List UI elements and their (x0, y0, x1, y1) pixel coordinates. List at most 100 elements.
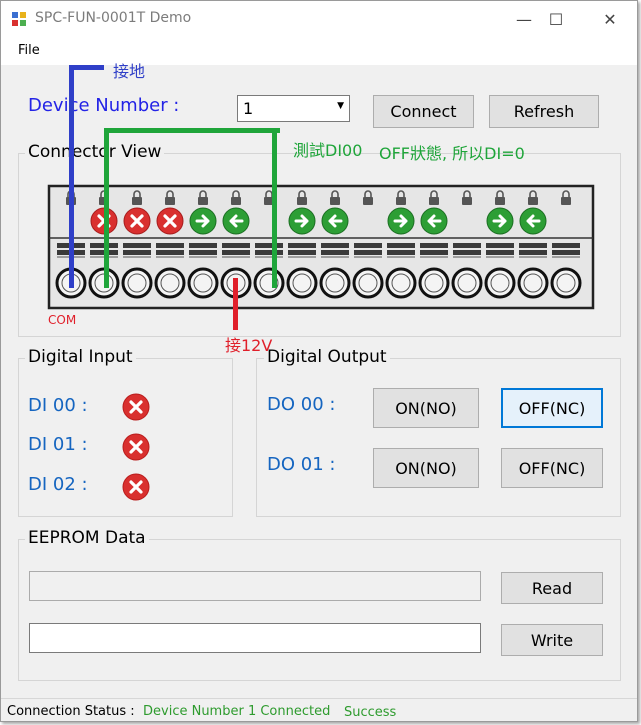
minimize-icon: — (516, 9, 532, 29)
do-01-label: DO 01 : (267, 454, 336, 475)
terminal-lock-icon (165, 197, 175, 205)
eeprom-write-field[interactable] (29, 623, 481, 653)
window-title: SPC-FUN-0001T Demo (35, 10, 192, 26)
terminal-lock-icon (429, 197, 439, 205)
connector-view-title: Connector View (25, 142, 165, 162)
maximize-button[interactable]: ☐ (533, 1, 579, 37)
do-01-off-label: OFF(NC) (518, 458, 586, 478)
maximize-icon: ☐ (548, 9, 564, 29)
do-01-off-button[interactable]: OFF(NC) (501, 448, 603, 488)
terminal-slot (222, 250, 250, 255)
do-00-off-button[interactable]: OFF(NC) (501, 388, 603, 428)
terminal-lock-icon (495, 197, 505, 205)
terminal-lock-icon (330, 197, 340, 205)
terminal-lock-icon (528, 197, 538, 205)
close-icon: ✕ (603, 9, 617, 29)
connect-label: Connect (390, 102, 457, 121)
do-01-on-button[interactable]: ON(NO) (373, 448, 479, 488)
terminal-screw (550, 267, 582, 299)
di-02-label: DI 02 : (28, 474, 88, 495)
terminal-slot (321, 243, 349, 248)
annotation-com: COM (48, 313, 77, 327)
connection-status-message: Device Number 1 Connected (143, 704, 331, 719)
digital-output-group (256, 358, 621, 517)
do-01-on-label: ON(NO) (395, 458, 457, 478)
annotation-off-state: OFF狀態, 所以DI=0 (379, 144, 525, 163)
test-wire-right (272, 128, 277, 288)
terminal-lock-icon (297, 197, 307, 205)
terminal-slot (387, 250, 415, 255)
terminal-screw (319, 267, 351, 299)
terminal-screw (286, 267, 318, 299)
eeprom-read-field[interactable] (29, 571, 481, 601)
terminal-slot (156, 243, 184, 248)
terminal-slot (288, 243, 316, 248)
terminal-screw (121, 267, 153, 299)
terminal-slot (222, 243, 250, 248)
terminal-lock-icon (561, 197, 571, 205)
terminal-slot (255, 250, 283, 255)
di-01-off-icon (122, 433, 150, 461)
terminal-lock-icon (132, 197, 142, 205)
terminal-slot (321, 250, 349, 255)
annotation-12v: 接12V (225, 336, 273, 355)
terminal-slot (255, 243, 283, 248)
device-number-value: 1 (243, 99, 254, 118)
terminal-slot (123, 250, 151, 255)
digital-input-title: Digital Input (25, 347, 136, 367)
v12-wire (233, 278, 238, 330)
read-button[interactable]: Read (501, 572, 603, 604)
device-number-select[interactable]: 1 ▼ (237, 95, 350, 122)
read-label: Read (531, 578, 573, 598)
di-00-label: DI 00 : (28, 395, 88, 416)
terminal-slot (519, 243, 547, 248)
app-icon (12, 12, 26, 26)
terminal-screw (385, 267, 417, 299)
connection-status-label: Connection Status : (7, 704, 135, 719)
status-bar: Connection Status : Device Number 1 Conn… (1, 698, 637, 721)
do-00-on-label: ON(NO) (395, 398, 457, 418)
connect-button[interactable]: Connect (373, 95, 474, 128)
ground-wire-horizontal (69, 65, 104, 70)
do-00-on-button[interactable]: ON(NO) (373, 388, 479, 428)
terminal-slot (486, 250, 514, 255)
terminal-slot (387, 243, 415, 248)
terminal-slot (189, 243, 217, 248)
terminal-slot (156, 250, 184, 255)
write-button[interactable]: Write (501, 624, 603, 656)
refresh-button[interactable]: Refresh (489, 95, 599, 128)
do-00-off-label: OFF(NC) (518, 398, 586, 418)
terminal-lock-icon (396, 197, 406, 205)
annotation-ground: 接地 (113, 62, 146, 81)
menu-bar: File (1, 37, 637, 65)
terminal-screw (451, 267, 483, 299)
refresh-label: Refresh (513, 102, 575, 121)
terminal-screw (484, 267, 516, 299)
close-button[interactable]: ✕ (587, 1, 633, 37)
write-label: Write (530, 630, 574, 650)
terminal-slot (453, 243, 481, 248)
terminal-slot (420, 250, 448, 255)
annotation-test: 測試DI00 (293, 141, 363, 160)
terminal-slot (552, 250, 580, 255)
app-window: SPC-FUN-0001T Demo — ☐ ✕ File Device Num… (0, 0, 638, 722)
terminal-screw (154, 267, 186, 299)
menu-file[interactable]: File (18, 43, 40, 58)
eeprom-group (18, 539, 621, 681)
digital-output-title: Digital Output (264, 347, 390, 367)
test-wire-left (104, 128, 109, 288)
terminal-screw (253, 267, 285, 299)
test-wire-top (104, 128, 280, 133)
terminal-screw (352, 267, 384, 299)
terminal-lock-icon (198, 197, 208, 205)
terminal-screw (418, 267, 450, 299)
terminal-lock-icon (462, 197, 472, 205)
di-02-off-icon (122, 473, 150, 501)
terminal-screw (517, 267, 549, 299)
di-00-off-icon (122, 393, 150, 421)
di-01-label: DI 01 : (28, 434, 88, 455)
terminal-slot (453, 250, 481, 255)
terminal-block (47, 184, 595, 310)
connection-status-result: Success (344, 705, 397, 720)
chevron-down-icon: ▼ (337, 101, 344, 111)
